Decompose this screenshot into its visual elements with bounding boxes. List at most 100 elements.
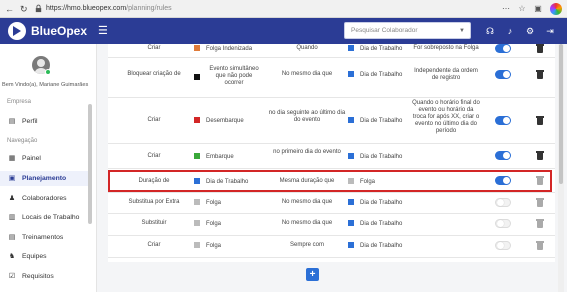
rule-toggle[interactable] bbox=[495, 116, 511, 125]
target-label: Dia de Trabalho bbox=[360, 46, 403, 52]
sidebar-item-requisitos[interactable]: ☑ Requisitos bbox=[0, 269, 90, 284]
gear-icon[interactable]: ⚙ bbox=[524, 25, 536, 37]
online-status-dot bbox=[45, 69, 51, 75]
team-icon: ♞ bbox=[8, 253, 16, 260]
sidebar-item-label: Colaboradores bbox=[22, 195, 67, 202]
sidebar-item-label: Equipes bbox=[22, 253, 47, 260]
rule-toggle[interactable] bbox=[495, 70, 511, 79]
chevron-down-icon: ▼ bbox=[459, 28, 465, 34]
logout-icon[interactable]: ⇥ bbox=[544, 25, 556, 37]
copilot-icon[interactable] bbox=[550, 3, 562, 15]
rule-target: Dia de Trabalho bbox=[348, 45, 412, 53]
rule-target: Dia de Trabalho bbox=[348, 199, 412, 207]
rule-event-type: Evento simultâneo que não pode ocorrer bbox=[194, 66, 272, 87]
scrollbar-thumb[interactable] bbox=[559, 44, 563, 184]
reload-icon[interactable]: ↻ bbox=[20, 3, 28, 15]
book-icon: ▤ bbox=[8, 234, 16, 241]
event-type-label: Folga bbox=[206, 200, 222, 206]
sidebar-item-treinamentos[interactable]: ▤ Treinamentos bbox=[0, 230, 90, 245]
color-swatch bbox=[348, 71, 354, 77]
trash-icon[interactable] bbox=[536, 44, 544, 53]
table-row: Substitua por Extra Folga No mesmo dia q… bbox=[108, 193, 555, 214]
rule-action: Criar bbox=[147, 153, 161, 159]
sidebar-item-planejamento[interactable]: ▣ Planejamento bbox=[0, 171, 90, 186]
target-label: Dia de Trabalho bbox=[360, 118, 403, 124]
trash-icon[interactable] bbox=[536, 198, 544, 207]
users-icon: ♟ bbox=[8, 195, 16, 202]
sidebar-item-equipes[interactable]: ♞ Equipes bbox=[0, 249, 90, 264]
rule-event-type: Folga Indenizada bbox=[194, 45, 272, 53]
rule-toggle[interactable] bbox=[495, 198, 511, 207]
sidebar: Bem Vindo(a), Mariane Guimarães Empresa … bbox=[0, 44, 97, 292]
target-label: Dia de Trabalho bbox=[360, 221, 403, 227]
rule-action: Criar bbox=[147, 45, 161, 51]
rule-event-type: Folga bbox=[194, 242, 272, 250]
target-label: Dia de Trabalho bbox=[360, 200, 403, 206]
table-row: Bloquear criação de Evento simultâneo qu… bbox=[108, 58, 555, 98]
brand-name: BlueOpex bbox=[31, 24, 88, 38]
trash-icon[interactable] bbox=[536, 241, 544, 250]
sidebar-item-perfil[interactable]: ▤ Perfil bbox=[0, 114, 90, 129]
rule-target: Dia de Trabalho bbox=[348, 71, 412, 79]
rule-event-type: Embarque bbox=[194, 153, 272, 161]
table-row: Substituir Folga No mesmo dia que Dia de… bbox=[108, 214, 555, 236]
sidebar-item-painel[interactable]: ▦ Painel bbox=[0, 151, 90, 166]
back-icon[interactable]: ← bbox=[5, 3, 14, 15]
employee-search-select[interactable]: Pesquisar Colaborador ▼ bbox=[344, 22, 471, 39]
rule-toggle[interactable] bbox=[495, 241, 511, 250]
rule-condition: No mesmo dia que bbox=[281, 199, 333, 205]
rule-condition: Sempre com bbox=[289, 242, 324, 248]
sidebar-scrollbar[interactable] bbox=[88, 104, 92, 224]
rule-note: Quando o horário final do evento ou horá… bbox=[412, 100, 480, 134]
rule-toggle[interactable] bbox=[495, 151, 511, 160]
favorites-icon[interactable]: ☆ bbox=[516, 3, 528, 15]
main-scrollbar[interactable] bbox=[558, 44, 564, 292]
extensions-icon[interactable]: ⋯ bbox=[500, 3, 512, 15]
rule-target: Dia de Trabalho bbox=[348, 220, 412, 228]
lock-icon bbox=[35, 4, 42, 13]
hamburger-menu-icon[interactable]: ☰ bbox=[98, 24, 108, 38]
building-icon: ▥ bbox=[8, 214, 16, 221]
rule-target: Dia de Trabalho bbox=[348, 242, 412, 250]
section-navegacao: Navegação bbox=[7, 138, 38, 144]
event-type-label: Desembarque bbox=[206, 118, 244, 124]
collections-icon[interactable]: ▣ bbox=[532, 3, 544, 15]
color-swatch bbox=[194, 73, 200, 80]
url-path: /planning/rules bbox=[126, 5, 172, 12]
document-icon: ▤ bbox=[8, 118, 16, 125]
headset-icon[interactable]: ☊ bbox=[484, 25, 496, 37]
color-swatch bbox=[194, 153, 200, 159]
rule-event-type: Desembarque bbox=[194, 117, 272, 125]
sidebar-item-label: Planejamento bbox=[22, 175, 67, 182]
target-label: Dia de Trabalho bbox=[360, 243, 403, 249]
rule-note: Independente da ordem de registro bbox=[414, 68, 478, 81]
add-rule-button[interactable]: + bbox=[306, 268, 319, 281]
event-type-label: Folga bbox=[206, 221, 222, 227]
trash-icon[interactable] bbox=[536, 151, 544, 160]
event-type-label: Embarque bbox=[206, 154, 234, 160]
sidebar-item-label: Painel bbox=[22, 155, 41, 162]
main-content: Criar Folga Indenizada Quando Dia de Tra… bbox=[97, 44, 567, 292]
trash-icon[interactable] bbox=[536, 116, 544, 125]
trash-icon[interactable] bbox=[536, 219, 544, 228]
sidebar-item-colaboradores[interactable]: ♟ Colaboradores bbox=[0, 191, 90, 206]
color-swatch bbox=[348, 242, 354, 248]
rule-toggle[interactable] bbox=[495, 219, 511, 228]
target-label: Dia de Trabalho bbox=[360, 154, 403, 160]
color-swatch bbox=[348, 220, 354, 226]
rule-target: Dia de Trabalho bbox=[348, 153, 412, 161]
bell-icon[interactable]: ♪ bbox=[504, 25, 516, 37]
sidebar-item-label: Requisitos bbox=[22, 273, 54, 280]
sidebar-item-locais[interactable]: ▥ Locais de Trabalho bbox=[0, 210, 90, 225]
welcome-text: Bem Vindo(a), Mariane Guimarães bbox=[2, 82, 89, 88]
trash-icon[interactable] bbox=[536, 70, 544, 79]
search-placeholder: Pesquisar Colaborador bbox=[351, 27, 418, 34]
rule-target: Dia de Trabalho bbox=[348, 117, 412, 125]
color-swatch bbox=[348, 153, 354, 159]
table-row: Criar Embarque no primeiro dia do evento… bbox=[108, 144, 555, 169]
address-bar[interactable]: https://hmo.blueopex.com/planning/rules bbox=[46, 3, 172, 15]
event-type-label: Folga bbox=[206, 243, 222, 249]
rule-toggle[interactable] bbox=[495, 44, 511, 53]
color-swatch bbox=[348, 117, 354, 123]
rule-condition: no dia seguinte ao último dia do evento bbox=[268, 110, 346, 123]
